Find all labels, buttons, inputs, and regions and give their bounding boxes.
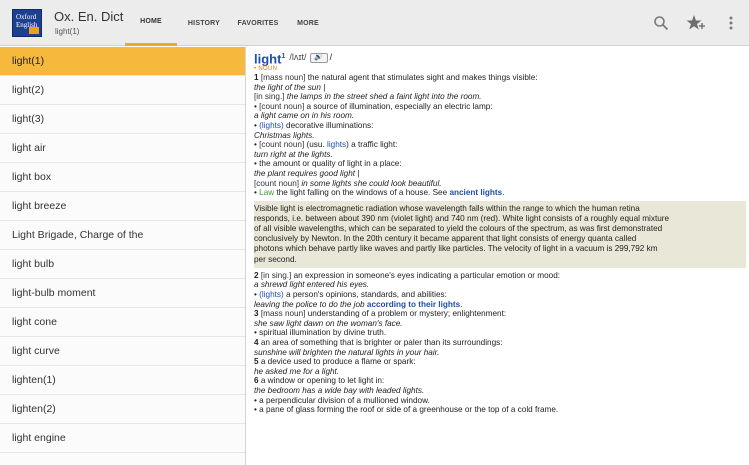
- list-item[interactable]: light box: [0, 163, 245, 192]
- sense-2: 2 [in sing.] an expression in someone's …: [254, 270, 561, 280]
- sense-5: 5 a device used to produce a flame or sp…: [254, 357, 416, 367]
- app-title: Ox. En. Dict: [54, 9, 124, 24]
- list-item[interactable]: light engine: [0, 424, 245, 453]
- search-icon[interactable]: [650, 12, 672, 34]
- link-according-to-their-lights[interactable]: according to their lights: [367, 300, 460, 309]
- pronunciation: /lʌɪt/: [289, 51, 307, 62]
- list-item[interactable]: light(2): [0, 76, 245, 105]
- pron-end: /: [329, 51, 333, 62]
- sense-1: 1 [mass noun] the natural agent that sti…: [254, 73, 538, 82]
- tab-home[interactable]: HOME: [125, 0, 177, 46]
- headword: light1: [254, 50, 286, 66]
- example: the plant requires good light |: [254, 168, 360, 178]
- list-item[interactable]: light air: [0, 134, 245, 163]
- example: a light came on in his room.: [254, 111, 355, 121]
- example: [count noun] in some lights she could lo…: [254, 178, 442, 188]
- tab-history[interactable]: HISTORY: [180, 0, 228, 46]
- list-item[interactable]: light cone: [0, 308, 245, 337]
- entry-pane: light1 /lʌɪt/ 🔊 / • NOUN 1 [mass noun] t…: [254, 50, 746, 462]
- example: turn right at the lights.: [254, 149, 333, 159]
- list-item[interactable]: lighten(2): [0, 395, 245, 424]
- tab-favorites[interactable]: FAVORITES: [232, 0, 284, 46]
- list-item[interactable]: light(3): [0, 105, 245, 134]
- overflow-menu-icon[interactable]: [720, 12, 742, 34]
- example: sunshine will brighten the natural light…: [254, 347, 440, 357]
- action-bar: Oxford English Ox. En. Dict light(1) HOM…: [0, 0, 749, 46]
- subsense: • [count noun] (usu. lights) a traffic l…: [254, 140, 398, 150]
- list-item[interactable]: Light Brigade, Charge of the: [0, 221, 245, 250]
- subsense: • a pane of glass forming the roof or si…: [254, 405, 559, 415]
- subsense: • spiritual illumination by divine truth…: [254, 328, 387, 338]
- example: a shrewd light entered his eyes.: [254, 280, 370, 290]
- sense-3: 3 [mass noun] understanding of a problem…: [254, 309, 507, 319]
- example: leaving the police to do the job accordi…: [254, 299, 463, 309]
- list-item[interactable]: light curve: [0, 337, 245, 366]
- tab-more[interactable]: MORE: [288, 0, 328, 46]
- example: he asked me for a light.: [254, 366, 340, 376]
- list-item-selected[interactable]: light(1): [0, 47, 245, 76]
- list-item[interactable]: lighten(1): [0, 366, 245, 395]
- subsense: • Law the light falling on the windows o…: [254, 188, 505, 198]
- sense-6: 6 a window or opening to let light in:: [254, 376, 385, 386]
- example: Christmas lights.: [254, 130, 315, 140]
- sense-4: 4 an area of something that is brighter …: [254, 338, 503, 347]
- subsense: • [count noun] a source of illumination,…: [254, 101, 493, 111]
- example: [in sing.] the lamps in the street shed …: [254, 92, 482, 102]
- list-item[interactable]: light bulb: [0, 250, 245, 279]
- example: she saw light dawn on the woman's face.: [254, 318, 403, 328]
- link-ancient-lights[interactable]: ancient lights: [449, 188, 502, 197]
- link-lights[interactable]: lights: [327, 140, 346, 149]
- example: the light of the sun |: [254, 82, 326, 92]
- subsense: • a perpendicular division of a mullione…: [254, 395, 430, 405]
- list-item[interactable]: light-bulb moment: [0, 279, 245, 308]
- example: the bedroom has a wide bay with leaded l…: [254, 385, 425, 395]
- app-logo[interactable]: Oxford English: [12, 9, 42, 37]
- current-word-subtitle: light(1): [55, 27, 80, 36]
- headword-line: light1 /lʌɪt/ 🔊 /: [254, 50, 746, 65]
- part-of-speech: • NOUN: [254, 66, 278, 72]
- subsense: • (lights) a person's opinions, standard…: [254, 290, 447, 300]
- list-item[interactable]: light breeze: [0, 192, 245, 221]
- encyclopedic-note: Visible light is electromagnetic radiati…: [254, 200, 746, 268]
- audio-button[interactable]: 🔊: [309, 52, 328, 63]
- subsense: • (lights) decorative illuminations:: [254, 120, 374, 130]
- word-list: light(1) light(2) light(3) light air lig…: [0, 47, 246, 465]
- star-plus-icon[interactable]: [685, 12, 707, 34]
- logo-accent: [29, 27, 39, 34]
- subsense: • the amount or quality of light in a pl…: [254, 159, 402, 169]
